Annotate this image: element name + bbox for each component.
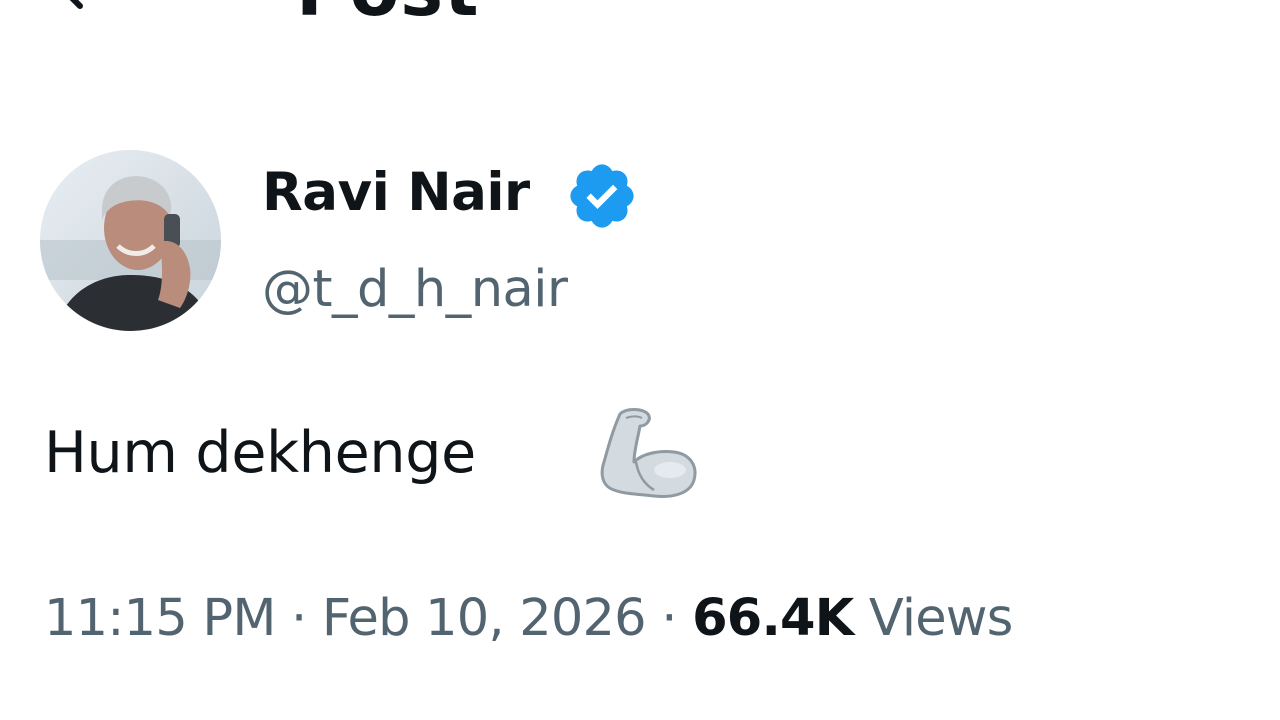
post-time[interactable]: 11:15 PM — [44, 589, 276, 648]
display-name[interactable]: Ravi Nair — [262, 160, 530, 226]
meta-separator: · — [661, 589, 677, 648]
meta-separator: · — [290, 589, 307, 648]
post-header: Post — [0, 0, 1280, 26]
post-date[interactable]: Feb 10, 2026 — [322, 589, 647, 648]
post-text: Hum dekhenge — [44, 420, 476, 486]
avatar[interactable] — [40, 150, 221, 331]
post-detail-page: Post Ravi Nair @t_d_h_nair Hum — [0, 0, 1280, 720]
arrow-left-icon — [69, 0, 83, 9]
user-handle[interactable]: @t_d_h_nair — [262, 258, 568, 322]
flexed-biceps-icon — [598, 404, 698, 500]
verified-badge-icon — [565, 159, 639, 233]
views-count[interactable]: 66.4K — [692, 589, 854, 648]
post-meta: 11:15 PM · Feb 10, 2026 · 66.4K Views — [44, 586, 1013, 652]
profile-photo — [40, 150, 221, 331]
views-label: Views — [868, 589, 1013, 648]
page-title: Post — [296, 0, 480, 26]
back-button[interactable] — [50, 0, 110, 10]
